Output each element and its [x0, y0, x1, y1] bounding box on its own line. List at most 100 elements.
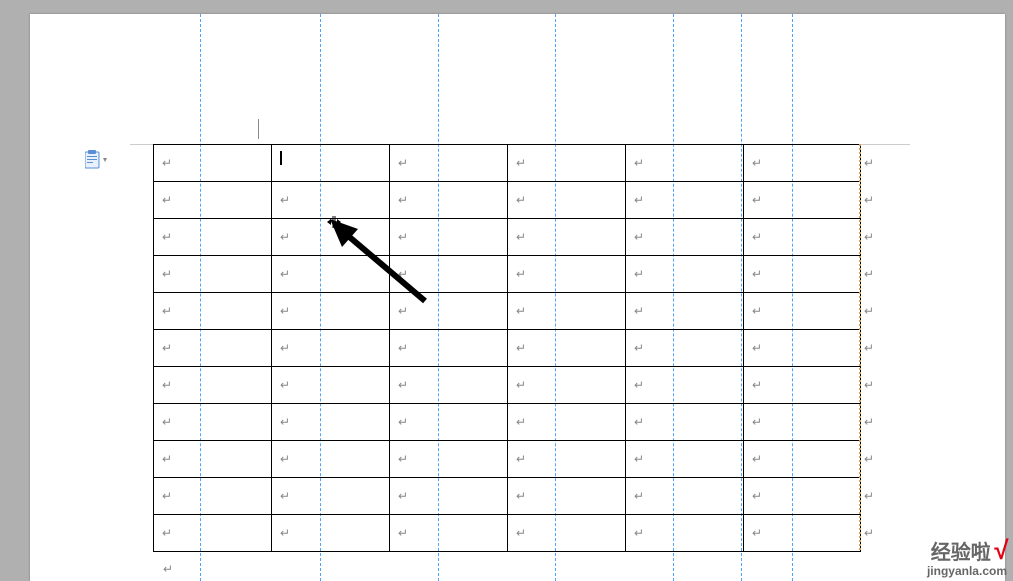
- cell-paragraph-mark: ↵: [280, 378, 290, 393]
- row-end-mark: ↵: [864, 156, 874, 171]
- document-page: ↵↵↵↵↵↵↵↵↵↵↵↵↵↵↵↵↵↵↵↵↵↵↵↵↵↵↵↵↵↵↵↵↵↵↵↵↵↵↵↵…: [30, 14, 1005, 581]
- cell-paragraph-mark: ↵: [398, 156, 408, 171]
- table-cell[interactable]: ↵: [508, 478, 626, 515]
- table-cell[interactable]: ↵: [508, 293, 626, 330]
- paragraph-mark: ↵: [163, 562, 173, 577]
- table-cell[interactable]: ↵: [154, 441, 272, 478]
- table-cell[interactable]: ↵: [626, 478, 744, 515]
- table-cell[interactable]: ↵: [508, 145, 626, 182]
- text-cursor: [280, 151, 282, 165]
- table-cell[interactable]: ↵: [626, 256, 744, 293]
- table-cell[interactable]: ↵: [744, 182, 861, 219]
- cell-paragraph-mark: ↵: [634, 267, 644, 282]
- table-cell[interactable]: ↵: [744, 330, 861, 367]
- table-cell[interactable]: ↵: [390, 182, 508, 219]
- table-cell[interactable]: ↵: [626, 182, 744, 219]
- table-cell[interactable]: ↵: [154, 404, 272, 441]
- cell-paragraph-mark: ↵: [516, 193, 526, 208]
- table-cell[interactable]: ↵: [154, 515, 272, 552]
- table-cell[interactable]: ↵: [744, 293, 861, 330]
- table-cell[interactable]: ↵: [390, 256, 508, 293]
- table-cell[interactable]: ↵: [508, 441, 626, 478]
- cell-paragraph-mark: ↵: [280, 489, 290, 504]
- table-cell[interactable]: ↵: [626, 293, 744, 330]
- table-cell[interactable]: ↵: [508, 367, 626, 404]
- table-row: ↵ ↵ ↵ ↵ ↵ ↵: [154, 367, 861, 404]
- cell-paragraph-mark: ↵: [162, 489, 172, 504]
- table-cell[interactable]: ↵: [154, 293, 272, 330]
- table-cell[interactable]: ↵: [272, 256, 390, 293]
- cell-paragraph-mark: ↵: [516, 341, 526, 356]
- table-cell[interactable]: ↵: [626, 330, 744, 367]
- table-cell[interactable]: ↵: [390, 441, 508, 478]
- table-cell[interactable]: ↵: [744, 219, 861, 256]
- document-table[interactable]: ↵↵↵↵↵↵↵↵↵↵↵↵↵↵↵↵↵↵↵↵↵↵↵↵↵↵↵↵↵↵↵↵↵↵↵↵↵↵↵↵…: [153, 144, 861, 552]
- cell-paragraph-mark: ↵: [634, 452, 644, 467]
- table-cell[interactable]: ↵: [508, 182, 626, 219]
- row-end-mark: ↵: [864, 452, 874, 467]
- table-cell[interactable]: ↵: [272, 145, 390, 182]
- table-cell[interactable]: ↵: [626, 367, 744, 404]
- cell-paragraph-mark: ↵: [752, 304, 762, 319]
- cell-paragraph-mark: ↵: [398, 378, 408, 393]
- table-cell[interactable]: ↵: [154, 367, 272, 404]
- table-cell[interactable]: ↵: [744, 145, 861, 182]
- table-cell[interactable]: ↵: [272, 330, 390, 367]
- table-cell[interactable]: ↵: [272, 293, 390, 330]
- row-end-mark: ↵: [864, 378, 874, 393]
- table-cell[interactable]: ↵: [508, 256, 626, 293]
- table-cell[interactable]: ↵: [744, 404, 861, 441]
- table-row: ↵↵↵↵↵↵: [154, 145, 861, 182]
- table-cell[interactable]: ↵: [390, 219, 508, 256]
- cell-paragraph-mark: ↵: [162, 526, 172, 541]
- cell-paragraph-mark: ↵: [634, 489, 644, 504]
- cell-paragraph-mark: ↵: [752, 526, 762, 541]
- table-cell[interactable]: ↵: [272, 441, 390, 478]
- table-cell[interactable]: ↵: [626, 515, 744, 552]
- table-cell[interactable]: ↵: [154, 219, 272, 256]
- cell-paragraph-mark: ↵: [516, 526, 526, 541]
- table-cell[interactable]: ↵: [390, 515, 508, 552]
- table-cell[interactable]: ↵: [744, 478, 861, 515]
- table-cell[interactable]: ↵: [390, 330, 508, 367]
- table-cell[interactable]: ↵: [154, 182, 272, 219]
- table-cell[interactable]: ↵: [744, 515, 861, 552]
- table-cell[interactable]: ↵: [626, 145, 744, 182]
- table-cell[interactable]: ↵: [154, 256, 272, 293]
- table-cell[interactable]: ↵: [508, 515, 626, 552]
- table-cell[interactable]: ↵: [626, 404, 744, 441]
- cell-paragraph-mark: ↵: [162, 341, 172, 356]
- table-cell[interactable]: ↵: [390, 478, 508, 515]
- paste-options-button[interactable]: [85, 150, 111, 172]
- table-cell[interactable]: ↵: [272, 478, 390, 515]
- table-cell[interactable]: ↵: [744, 367, 861, 404]
- cell-paragraph-mark: ↵: [634, 378, 644, 393]
- cell-paragraph-mark: ↵: [398, 193, 408, 208]
- table-row: ↵↵↵↵↵↵: [154, 515, 861, 552]
- table-row: ↵↵↵↵↵↵: [154, 256, 861, 293]
- table-cell[interactable]: ↵: [272, 404, 390, 441]
- watermark-title: 经验啦: [931, 543, 991, 563]
- table-cell[interactable]: ↵: [272, 515, 390, 552]
- table-row: ↵↵↵↵↵↵: [154, 330, 861, 367]
- table-cell[interactable]: ↵: [626, 219, 744, 256]
- table-cell[interactable]: ↵: [272, 367, 390, 404]
- table-cell[interactable]: ↵: [390, 145, 508, 182]
- cell-paragraph-mark: ↵: [752, 415, 762, 430]
- ruler-indent-marker[interactable]: [258, 119, 259, 139]
- table-cell[interactable]: ↵: [508, 219, 626, 256]
- table-cell[interactable]: ↵: [390, 367, 508, 404]
- table-cell[interactable]: ↵: [390, 293, 508, 330]
- table-cell[interactable]: ↵: [744, 441, 861, 478]
- table-cell[interactable]: ↵: [744, 256, 861, 293]
- table-cell[interactable]: ↵: [508, 330, 626, 367]
- table-cell[interactable]: ↵: [154, 145, 272, 182]
- table-cell[interactable]: ↵: [508, 404, 626, 441]
- cell-paragraph-mark: ↵: [162, 267, 172, 282]
- table-cell[interactable]: ↵: [154, 330, 272, 367]
- table-cell[interactable]: ↵: [154, 478, 272, 515]
- table-cell[interactable]: ↵: [390, 404, 508, 441]
- column-resize-cursor-icon: [324, 212, 344, 232]
- table-cell[interactable]: ↵: [626, 441, 744, 478]
- cell-paragraph-mark: ↵: [280, 193, 290, 208]
